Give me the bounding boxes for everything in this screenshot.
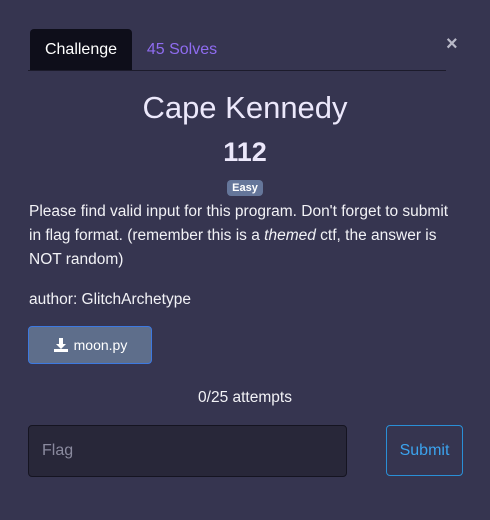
flag-input[interactable] <box>28 425 347 477</box>
submit-button[interactable]: Submit <box>386 425 463 476</box>
difficulty-badge: Easy <box>227 180 263 196</box>
download-file-button[interactable]: moon.py <box>28 326 152 364</box>
close-icon[interactable]: × <box>446 34 458 54</box>
download-file-name: moon.py <box>73 337 128 353</box>
tab-bar: Challenge 45 Solves <box>28 29 446 71</box>
tab-solves[interactable]: 45 Solves <box>140 29 224 70</box>
challenge-title: Cape Kennedy <box>142 90 348 125</box>
challenge-description: Please find valid input for this program… <box>29 200 449 272</box>
description-emphasis: themed <box>264 227 316 244</box>
tab-challenge[interactable]: Challenge <box>30 29 132 70</box>
attempts-counter: 0/25 attempts <box>198 389 292 406</box>
download-icon <box>53 338 68 352</box>
challenge-points: 112 <box>223 137 267 167</box>
challenge-author: author: GlitchArchetype <box>29 291 191 308</box>
